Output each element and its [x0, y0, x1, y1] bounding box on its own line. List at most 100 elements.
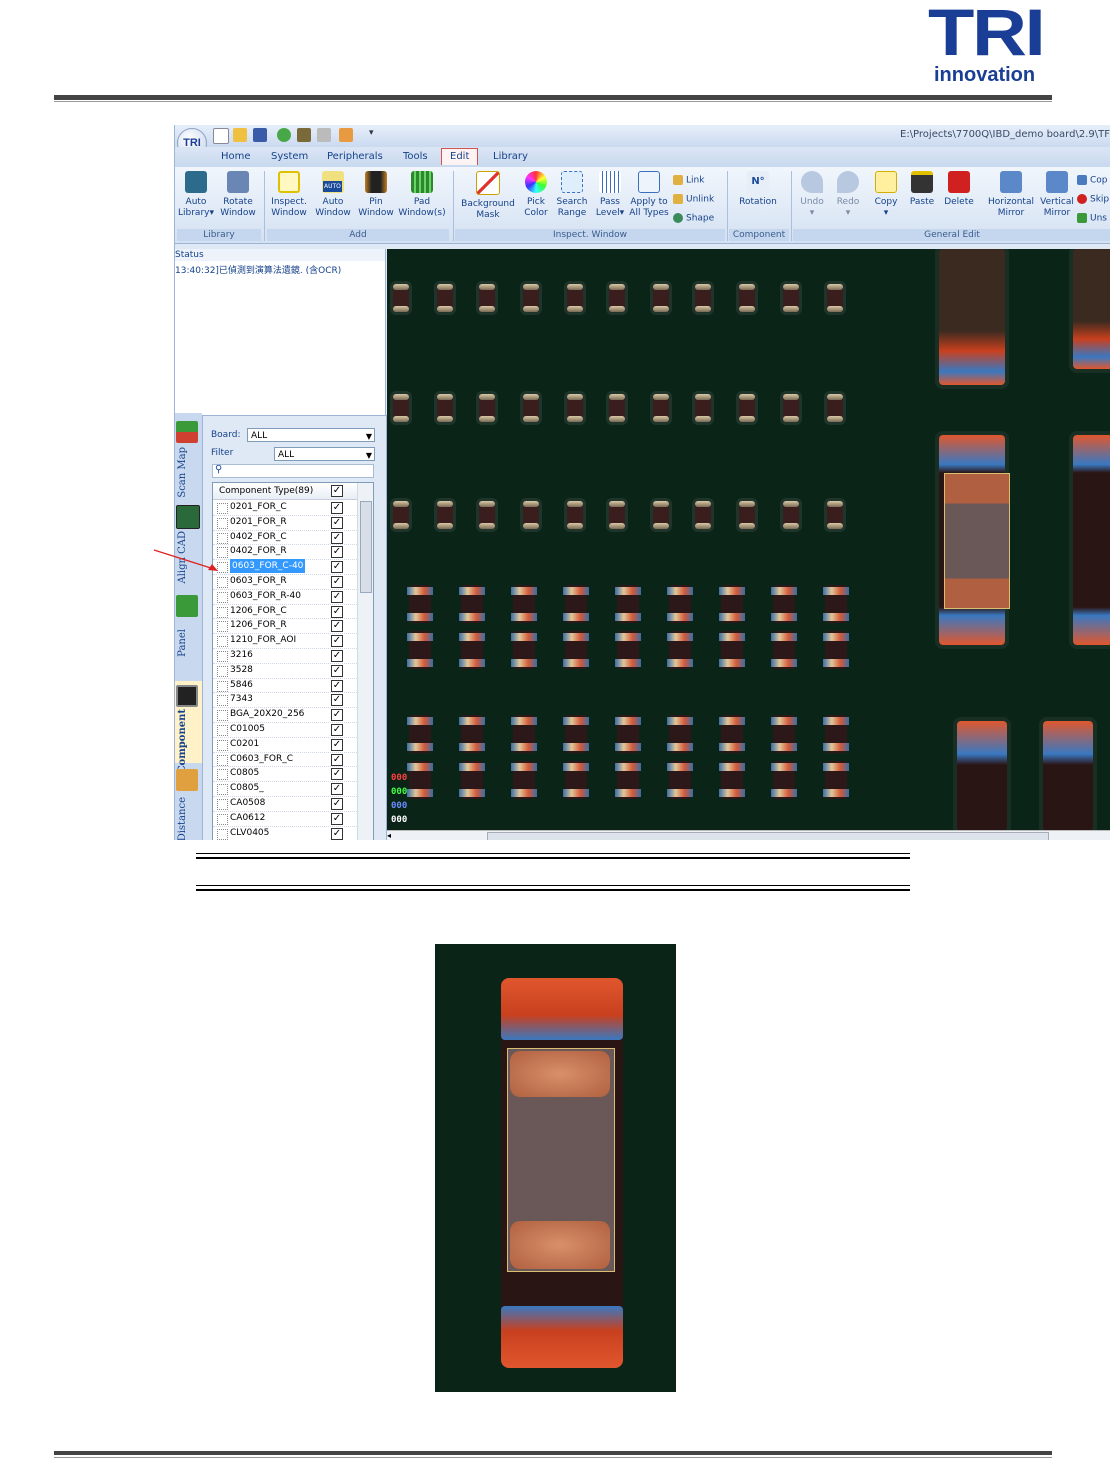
include-checkbox[interactable]: ✓ [331, 531, 343, 544]
list-item[interactable]: C01005 ✓ [213, 722, 357, 738]
list-item[interactable]: 1210_FOR_AOI ✓ [213, 633, 357, 649]
delete-button[interactable]: Delete [941, 171, 977, 208]
hscroll-thumb[interactable] [487, 832, 1049, 840]
include-checkbox[interactable]: ✓ [331, 798, 343, 810]
pin-window-button[interactable]: Pin Window [357, 171, 395, 219]
include-checkbox[interactable]: ✓ [331, 502, 343, 514]
vertical-mirror-button[interactable]: Vertical Mirror [1037, 171, 1077, 219]
include-checkbox[interactable]: ✓ [331, 738, 343, 751]
list-scrollbar[interactable] [357, 483, 373, 840]
undo-button[interactable]: Undo ▾ [795, 171, 829, 219]
qat-dropdown-icon[interactable]: ▾ [369, 128, 374, 138]
link-button[interactable]: Link [673, 175, 704, 186]
list-item[interactable]: 1206_FOR_C ✓ [213, 604, 357, 620]
list-item[interactable]: 0603_FOR_R ✓ [213, 574, 357, 590]
list-item[interactable]: 0201_FOR_C ✓ [213, 500, 357, 516]
inspection-image-view[interactable]: 000 000 000 000 [387, 249, 1110, 830]
pick-color-button[interactable]: Pick Color [521, 171, 551, 219]
search-input[interactable]: ⚲ [212, 464, 374, 478]
tab-panel[interactable]: Panel [175, 593, 202, 677]
include-checkbox[interactable]: ✓ [331, 516, 343, 529]
list-item[interactable]: C0603_FOR_C ✓ [213, 752, 357, 768]
include-checkbox[interactable]: ✓ [331, 679, 343, 692]
save-icon[interactable] [253, 128, 267, 142]
copy-button[interactable]: Copy ▾ [869, 171, 903, 219]
include-checkbox[interactable]: ✓ [331, 783, 343, 796]
filter-select[interactable]: ALL ▼ [274, 447, 375, 461]
include-checkbox[interactable]: ✓ [331, 724, 343, 736]
new-file-icon[interactable] [213, 128, 229, 144]
list-item[interactable]: 7343 ✓ [213, 692, 357, 709]
include-checkbox[interactable]: ✓ [331, 664, 343, 677]
scrollbar-thumb[interactable] [360, 501, 372, 593]
tab-scan-map[interactable]: Scan Map [175, 413, 202, 498]
auto-window-button[interactable]: AUTO Auto Window [313, 171, 353, 219]
tab-edit[interactable]: Edit [441, 148, 479, 165]
include-checkbox[interactable]: ✓ [331, 650, 343, 662]
rotate-window-button[interactable]: Rotate Window [217, 171, 259, 219]
list-item[interactable]: CA0508 ✓ [213, 796, 357, 812]
list-item[interactable]: C0805_ ✓ [213, 781, 357, 797]
pass-level-button[interactable]: Pass Level▾ [593, 171, 627, 219]
list-item[interactable]: 0603_FOR_C-40 ✓ [213, 559, 357, 575]
tab-peripherals[interactable]: Peripherals [327, 150, 383, 164]
list-item[interactable]: C0201 ✓ [213, 737, 357, 753]
list-item[interactable]: 0402_FOR_C ✓ [213, 530, 357, 546]
tab-component[interactable]: Component [175, 681, 202, 773]
include-checkbox[interactable]: ✓ [331, 812, 343, 825]
paste-button[interactable]: Paste [905, 171, 939, 208]
include-checkbox[interactable]: ✓ [331, 709, 343, 722]
board-select[interactable]: ALL ▼ [247, 428, 375, 442]
scroll-left-icon[interactable]: ◂ [387, 831, 391, 840]
auto-library-button[interactable]: Auto Library▾ [177, 171, 215, 219]
rotation-button[interactable]: N° Rotation [733, 171, 783, 208]
unskip-button[interactable]: Uns [1077, 213, 1107, 224]
image-horizontal-scrollbar[interactable]: ◂ [387, 830, 1110, 840]
list-item[interactable]: 0603_FOR_R-40 ✓ [213, 589, 357, 605]
list-item[interactable]: 0201_FOR_R ✓ [213, 515, 357, 531]
list-item[interactable]: CLV0405 ✓ [213, 826, 357, 840]
tools-icon[interactable] [317, 128, 331, 142]
list-item[interactable]: 3528 ✓ [213, 663, 357, 679]
include-checkbox[interactable]: ✓ [331, 590, 343, 603]
include-checkbox[interactable]: ✓ [331, 635, 343, 648]
skip-button[interactable]: Skip [1077, 194, 1109, 205]
list-item[interactable]: 1206_FOR_R ✓ [213, 618, 357, 635]
tab-system[interactable]: System [271, 150, 308, 164]
list-item[interactable]: 3216 ✓ [213, 648, 357, 664]
tab-align-cad[interactable]: Align CAD [175, 501, 202, 587]
open-folder-icon[interactable] [233, 128, 247, 142]
background-mask-button[interactable]: Background Mask [457, 171, 519, 221]
list-item[interactable]: BGA_20X20_256 ✓ [213, 707, 357, 723]
shape-button[interactable]: Shape [673, 213, 714, 224]
apply-all-types-button[interactable]: Apply to All Types [627, 171, 671, 219]
horizontal-mirror-button[interactable]: Horizontal Mirror [983, 171, 1039, 219]
include-checkbox[interactable]: ✓ [331, 605, 343, 618]
list-item[interactable]: C0805 ✓ [213, 766, 357, 783]
export-icon[interactable] [339, 128, 353, 142]
include-checkbox[interactable]: ✓ [331, 768, 343, 781]
unlink-button[interactable]: Unlink [673, 194, 714, 205]
copy-small-button[interactable]: Cop [1077, 175, 1108, 186]
inspect-window-button[interactable]: Inspect. Window [269, 171, 309, 219]
tab-tools[interactable]: Tools [403, 150, 428, 164]
include-checkbox[interactable]: ✓ [331, 546, 343, 559]
tab-distance[interactable]: Distance [175, 767, 202, 840]
include-checkbox[interactable]: ✓ [331, 753, 343, 766]
run-icon[interactable] [277, 128, 291, 142]
debug-icon[interactable] [297, 128, 311, 142]
list-item[interactable]: 0402_FOR_R ✓ [213, 544, 357, 561]
pad-window-button[interactable]: Pad Window(s) [397, 171, 447, 219]
include-checkbox[interactable]: ✓ [331, 561, 343, 574]
include-checkbox[interactable]: ✓ [331, 576, 343, 588]
tab-home[interactable]: Home [221, 150, 251, 164]
select-all-checkbox[interactable]: ✓ [331, 485, 343, 497]
include-checkbox[interactable]: ✓ [331, 827, 343, 840]
redo-button[interactable]: Redo ▾ [831, 171, 865, 219]
list-item[interactable]: 5846 ✓ [213, 678, 357, 694]
include-checkbox[interactable]: ✓ [331, 620, 343, 633]
tab-library[interactable]: Library [493, 150, 528, 164]
include-checkbox[interactable]: ✓ [331, 694, 343, 707]
search-range-button[interactable]: Search Range [555, 171, 589, 219]
list-item[interactable]: CA0612 ✓ [213, 811, 357, 827]
